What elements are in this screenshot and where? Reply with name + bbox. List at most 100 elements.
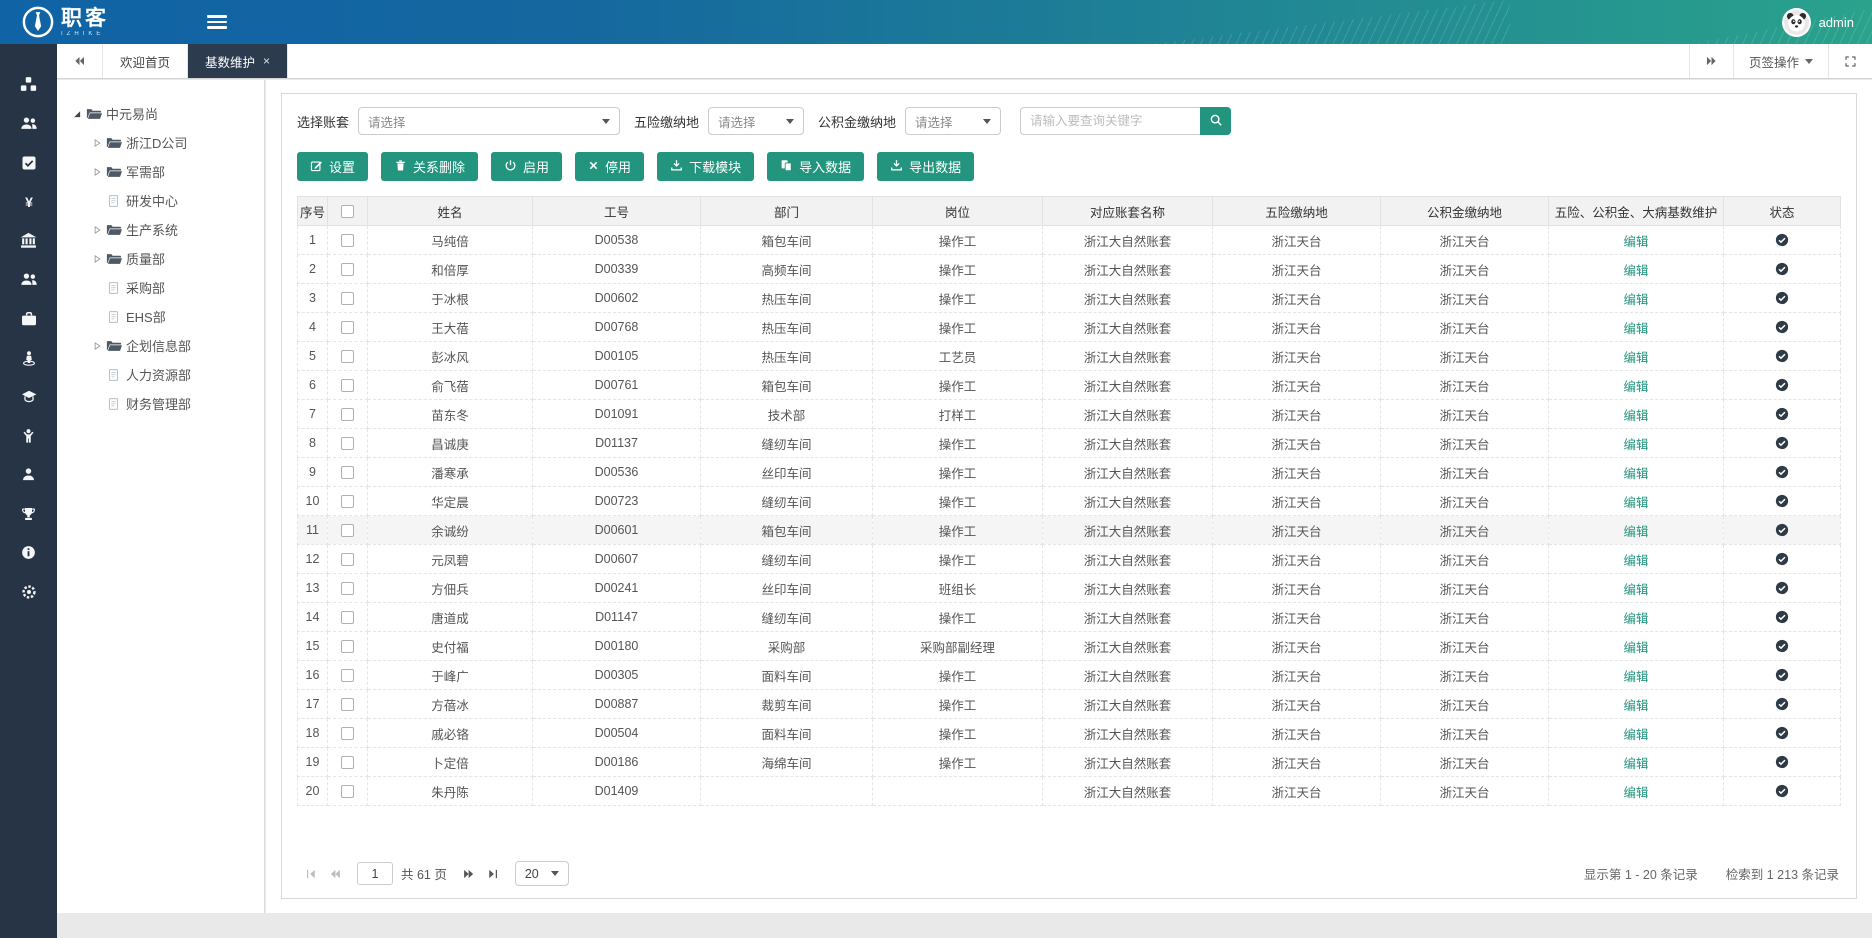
edit-link[interactable]: 编辑 — [1623, 728, 1648, 742]
social-area-select[interactable]: 请选择 — [708, 107, 804, 135]
tabs-scroll-right-icon[interactable] — [1689, 44, 1733, 78]
row-checkbox[interactable] — [341, 350, 354, 363]
row-checkbox[interactable] — [341, 495, 354, 508]
download-button[interactable]: 下载模块 — [657, 152, 754, 181]
profile-icon[interactable] — [0, 455, 57, 494]
tree-node-7[interactable]: 采购部 — [57, 273, 264, 302]
tree-caret-icon[interactable] — [90, 167, 104, 177]
performance-icon[interactable] — [0, 494, 57, 533]
salary-icon[interactable]: ¥ — [0, 182, 57, 221]
work-icon[interactable] — [0, 299, 57, 338]
close-tab-icon[interactable]: × — [263, 54, 270, 68]
tree-node-6[interactable]: 质量部 — [57, 244, 264, 273]
row-checkbox[interactable] — [341, 263, 354, 276]
power-button[interactable]: 启用 — [491, 152, 562, 181]
tree-node-3[interactable]: 军需部 — [57, 157, 264, 186]
tree-caret-icon[interactable] — [90, 225, 104, 235]
tab-1[interactable]: 欢迎首页 — [103, 44, 188, 78]
select-all-checkbox[interactable] — [341, 205, 354, 218]
tab-operations-dropdown[interactable]: 页签操作 — [1733, 44, 1828, 78]
edit-link[interactable]: 编辑 — [1623, 351, 1648, 365]
tree-node-5[interactable]: 生产系统 — [57, 215, 264, 244]
row-checkbox[interactable] — [341, 234, 354, 247]
row-checkbox[interactable] — [341, 292, 354, 305]
tree-node-1[interactable]: 中元易尚 — [57, 99, 264, 128]
avatar[interactable] — [1782, 8, 1811, 37]
tree-node-10[interactable]: 人力资源部 — [57, 360, 264, 389]
edit-link[interactable]: 编辑 — [1623, 496, 1648, 510]
row-checkbox[interactable] — [341, 611, 354, 624]
row-checkbox[interactable] — [341, 698, 354, 711]
edit-link[interactable]: 编辑 — [1623, 409, 1648, 423]
location-icon[interactable] — [0, 338, 57, 377]
org-users-icon[interactable] — [0, 104, 57, 143]
hamburger-menu-icon[interactable] — [207, 12, 227, 32]
edit-link[interactable]: 编辑 — [1623, 699, 1648, 713]
stop-x-button[interactable]: 停用 — [575, 152, 644, 181]
training-icon[interactable] — [0, 377, 57, 416]
row-checkbox[interactable] — [341, 756, 354, 769]
account-select[interactable]: 请选择 — [358, 107, 620, 135]
modules-icon[interactable] — [0, 65, 57, 104]
row-checkbox[interactable] — [341, 727, 354, 740]
edit-link[interactable]: 编辑 — [1623, 583, 1648, 597]
edit-link[interactable]: 编辑 — [1623, 554, 1648, 568]
row-checkbox[interactable] — [341, 785, 354, 798]
tree-caret-icon[interactable] — [90, 341, 104, 351]
row-checkbox[interactable] — [341, 321, 354, 334]
edit-link[interactable]: 编辑 — [1623, 612, 1648, 626]
prev-page-icon[interactable] — [323, 862, 347, 886]
tree-node-11[interactable]: 财务管理部 — [57, 389, 264, 418]
row-checkbox[interactable] — [341, 553, 354, 566]
tree-caret-icon[interactable] — [90, 138, 104, 148]
edit-link[interactable]: 编辑 — [1623, 786, 1648, 800]
fullscreen-icon[interactable] — [1828, 44, 1872, 78]
info-icon[interactable] — [0, 533, 57, 572]
tree-node-2[interactable]: 浙江D公司 — [57, 128, 264, 157]
approval-icon[interactable] — [0, 143, 57, 182]
user-menu[interactable]: admin — [1782, 8, 1854, 37]
edit-link[interactable]: 编辑 — [1623, 235, 1648, 249]
edit-link[interactable]: 编辑 — [1623, 322, 1648, 336]
edit-link[interactable]: 编辑 — [1623, 670, 1648, 684]
row-checkbox[interactable] — [341, 437, 354, 450]
row-checkbox[interactable] — [341, 379, 354, 392]
edit-button[interactable]: 设置 — [297, 152, 368, 181]
export-button[interactable]: 导出数据 — [877, 152, 974, 181]
search-input[interactable] — [1020, 107, 1200, 135]
edit-link[interactable]: 编辑 — [1623, 380, 1648, 394]
row-checkbox[interactable] — [341, 640, 354, 653]
edit-link[interactable]: 编辑 — [1623, 467, 1648, 481]
edit-link[interactable]: 编辑 — [1623, 264, 1648, 278]
search-button[interactable] — [1200, 107, 1231, 135]
page-number-input[interactable] — [357, 862, 393, 885]
tab-2[interactable]: 基数维护× — [188, 44, 288, 78]
tree-caret-icon[interactable] — [70, 109, 84, 119]
row-checkbox[interactable] — [341, 408, 354, 421]
row-checkbox[interactable] — [341, 669, 354, 682]
tree-node-8[interactable]: EHS部 — [57, 302, 264, 331]
edit-link[interactable]: 编辑 — [1623, 757, 1648, 771]
row-checkbox[interactable] — [341, 524, 354, 537]
import-button[interactable]: 导入数据 — [767, 152, 864, 181]
next-page-icon[interactable] — [457, 862, 481, 886]
tree-node-9[interactable]: 企划信息部 — [57, 331, 264, 360]
edit-link[interactable]: 编辑 — [1623, 641, 1648, 655]
staff-icon[interactable] — [0, 260, 57, 299]
last-page-icon[interactable] — [481, 862, 505, 886]
edit-link[interactable]: 编辑 — [1623, 525, 1648, 539]
first-page-icon[interactable] — [299, 862, 323, 886]
page-size-select[interactable]: 20 — [515, 861, 569, 886]
edit-link[interactable]: 编辑 — [1623, 293, 1648, 307]
edit-link[interactable]: 编辑 — [1623, 438, 1648, 452]
fund-area-select[interactable]: 请选择 — [905, 107, 1001, 135]
tabs-scroll-left-icon[interactable] — [57, 44, 103, 78]
row-checkbox[interactable] — [341, 582, 354, 595]
growth-icon[interactable] — [0, 416, 57, 455]
trash-button[interactable]: 关系删除 — [381, 152, 478, 181]
tree-node-4[interactable]: 研发中心 — [57, 186, 264, 215]
insurance-icon[interactable] — [0, 221, 57, 260]
row-checkbox[interactable] — [341, 466, 354, 479]
tree-caret-icon[interactable] — [90, 254, 104, 264]
settings-icon[interactable] — [0, 572, 57, 611]
